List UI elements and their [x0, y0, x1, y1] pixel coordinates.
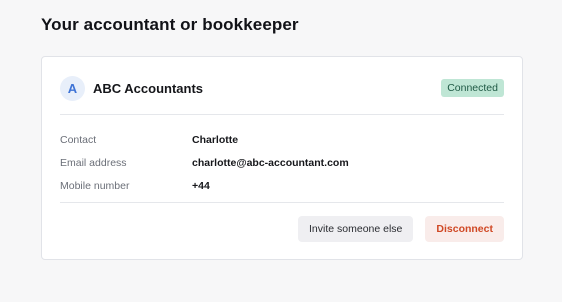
- detail-row-mobile: Mobile number +44: [60, 174, 480, 197]
- detail-row-contact: Contact Charlotte: [60, 128, 480, 151]
- page-title: Your accountant or bookkeeper: [41, 15, 299, 34]
- avatar: A: [60, 75, 85, 101]
- disconnect-button[interactable]: Disconnect: [425, 216, 504, 242]
- detail-value: Charlotte: [192, 133, 239, 146]
- card-header: A ABC Accountants Connected: [60, 75, 504, 101]
- detail-value: +44: [192, 179, 210, 192]
- card-actions: Invite someone else Disconnect: [298, 216, 504, 242]
- detail-row-email: Email address charlotte@abc-accountant.c…: [60, 151, 480, 174]
- contact-details: Contact Charlotte Email address charlott…: [60, 128, 480, 197]
- company-name: ABC Accountants: [93, 80, 204, 96]
- actions-divider: [60, 202, 504, 203]
- detail-value: charlotte@abc-accountant.com: [192, 156, 349, 169]
- detail-label: Contact: [60, 133, 97, 146]
- detail-label: Email address: [60, 156, 127, 169]
- accountant-card: A ABC Accountants Connected Contact Char…: [41, 56, 523, 260]
- detail-label: Mobile number: [60, 179, 130, 192]
- header-divider: [60, 114, 504, 115]
- status-badge: Connected: [441, 79, 504, 97]
- invite-someone-else-button[interactable]: Invite someone else: [298, 216, 414, 242]
